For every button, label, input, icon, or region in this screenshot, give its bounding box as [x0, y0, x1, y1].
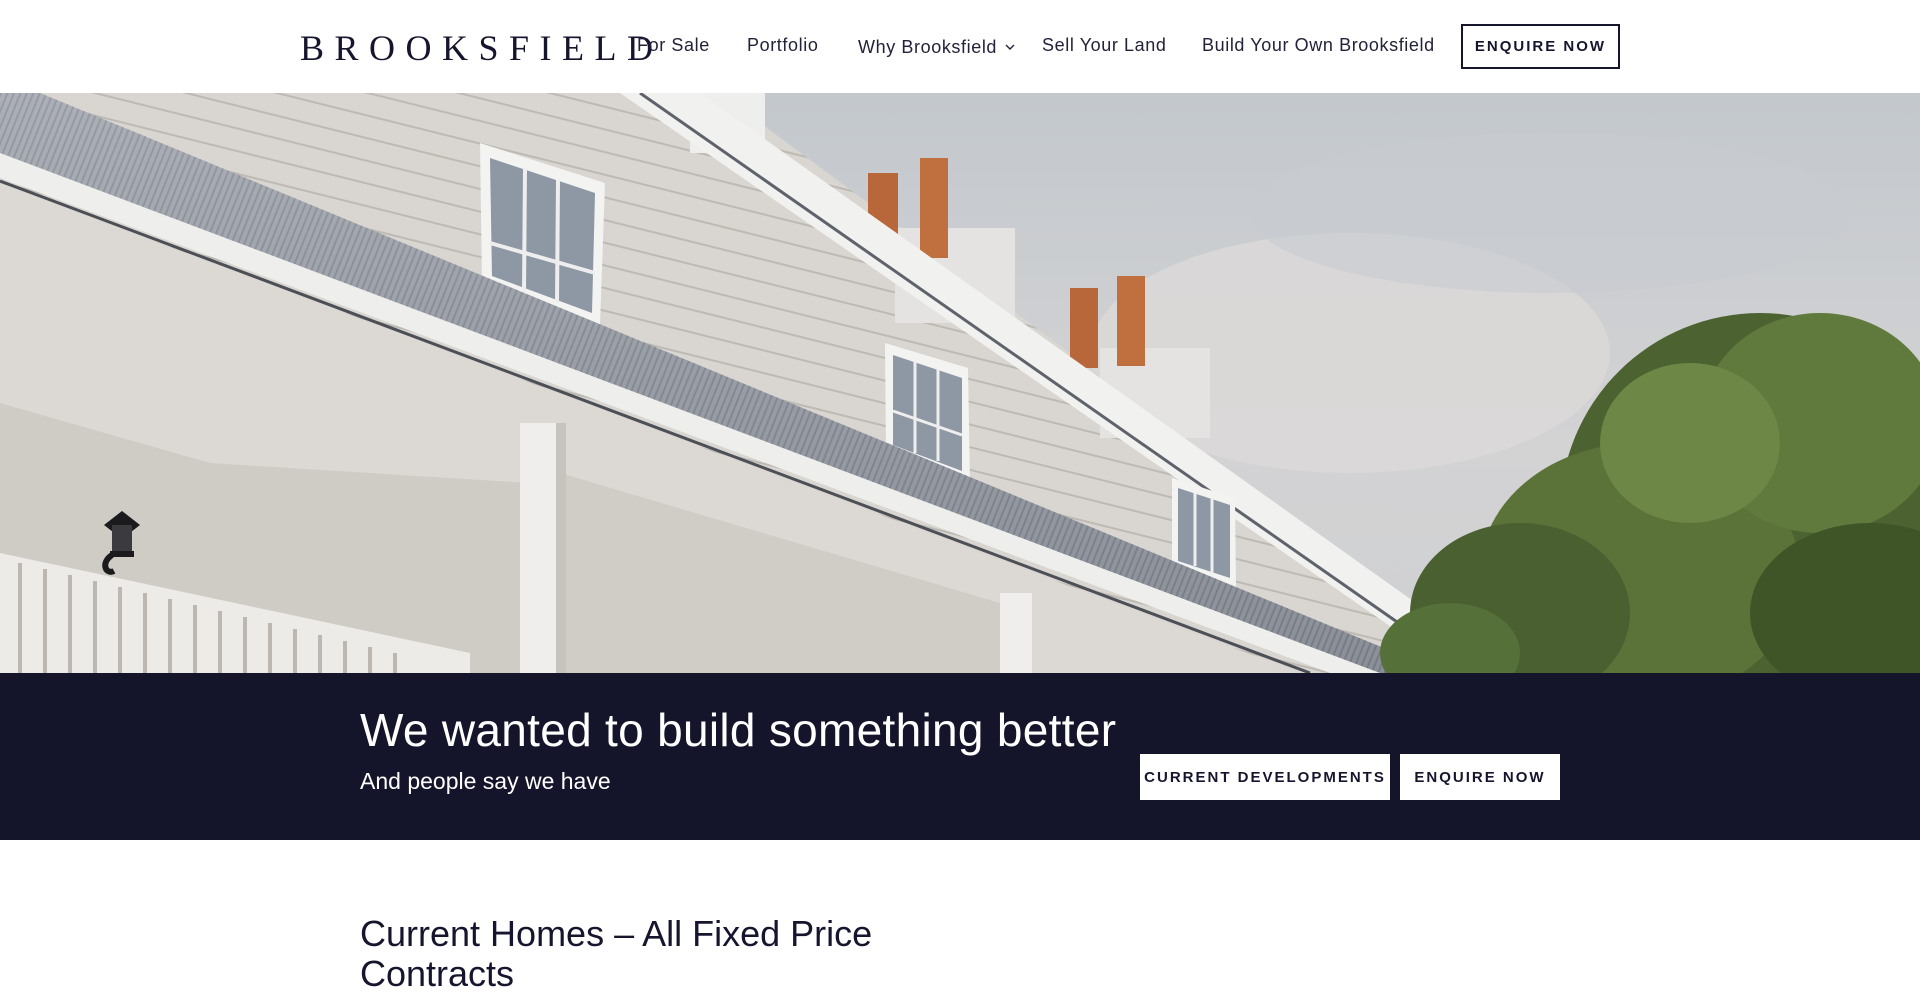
header-enquire-now-button[interactable]: ENQUIRE NOW — [1461, 24, 1620, 69]
hero-video[interactable]: Play Full Video — [0, 93, 1920, 673]
band-enquire-now-button[interactable]: ENQUIRE NOW — [1400, 754, 1560, 800]
nav-item-for-sale[interactable]: For Sale — [637, 34, 710, 56]
nav-item-sell-your-land[interactable]: Sell Your Land — [1042, 34, 1167, 56]
nav-item-why-brooksfield[interactable]: Why Brooksfield — [858, 34, 1015, 58]
chimney-pot — [1070, 288, 1098, 368]
current-developments-button[interactable]: CURRENT DEVELOPMENTS — [1140, 754, 1390, 800]
nav-item-label: Why Brooksfield — [858, 37, 998, 57]
hero-image — [0, 93, 1920, 673]
chimney-pot — [1117, 276, 1145, 366]
veranda-post — [520, 423, 558, 673]
current-homes-heading: Current Homes – All Fixed Price Contract… — [360, 913, 873, 993]
brand-logo[interactable]: BROOKSFIELD — [300, 28, 664, 68]
veranda-post — [1000, 593, 1032, 673]
intro-band: We wanted to build something better And … — [0, 673, 1920, 840]
chimney-pot — [920, 158, 948, 258]
nav-item-portfolio[interactable]: Portfolio — [747, 34, 818, 56]
intro-subheading: And people say we have — [360, 768, 611, 794]
intro-heading: We wanted to build something better — [360, 704, 1117, 756]
site-header: BROOKSFIELD For Sale Portfolio Why Brook… — [0, 0, 1920, 93]
chevron-down-icon — [1005, 34, 1015, 56]
nav-item-build-your-own[interactable]: Build Your Own Brooksfield — [1202, 34, 1435, 56]
